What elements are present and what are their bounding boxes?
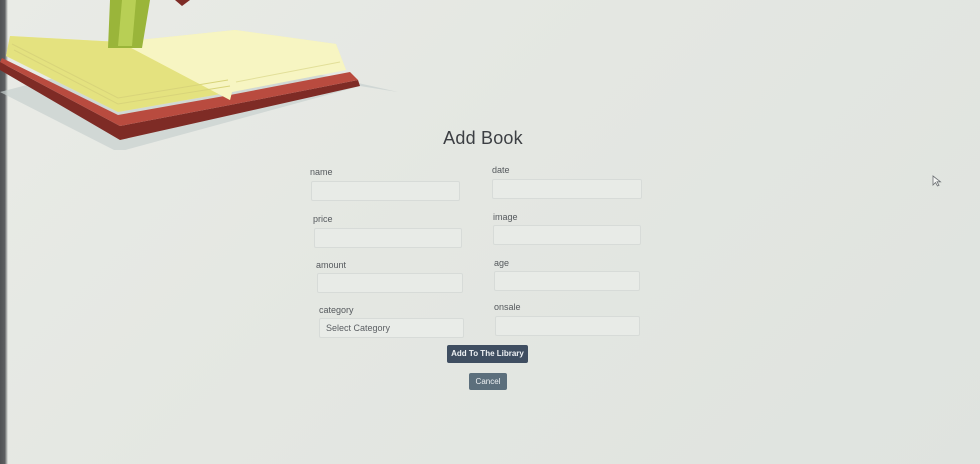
price-field[interactable] <box>314 228 462 248</box>
mouse-cursor-icon <box>932 175 942 187</box>
name-field[interactable] <box>311 181 460 201</box>
date-field[interactable] <box>492 179 642 199</box>
cancel-button[interactable]: Cancel <box>469 373 507 390</box>
age-field[interactable] <box>494 271 640 291</box>
name-label: name <box>310 167 333 177</box>
page-title: Add Book <box>443 128 523 148</box>
age-label: age <box>494 258 510 268</box>
category-label: category <box>319 305 354 315</box>
price-label: price <box>313 214 333 224</box>
amount-field[interactable] <box>317 273 463 293</box>
add-to-library-button[interactable]: Add To The Library <box>447 345 528 363</box>
category-select[interactable]: Select Category <box>319 318 464 338</box>
onsale-label: onsale <box>494 302 521 312</box>
image-label: image <box>493 212 518 222</box>
category-selected-value: Select Category <box>326 323 391 333</box>
image-field[interactable] <box>493 225 641 245</box>
onsale-field[interactable] <box>495 316 640 336</box>
date-label: date <box>492 165 510 175</box>
amount-label: amount <box>316 260 347 270</box>
